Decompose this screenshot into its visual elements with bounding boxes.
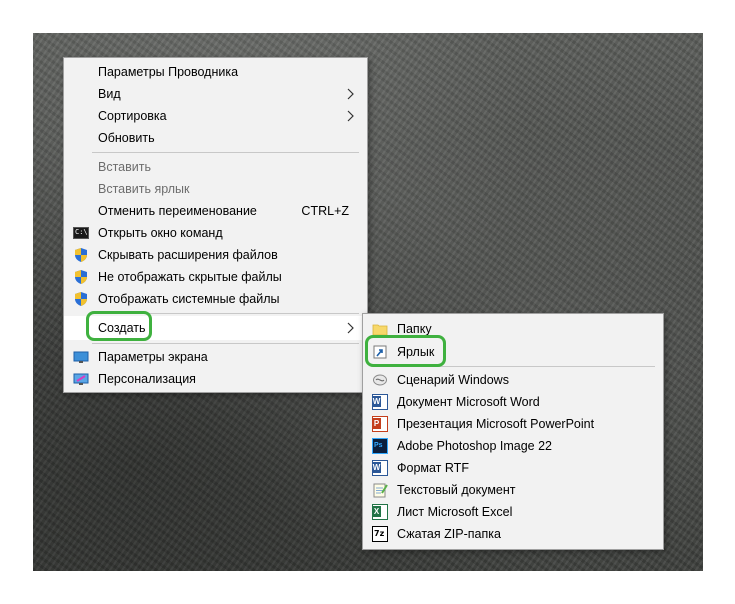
- menu-item-open-command-window[interactable]: C:\ Открыть окно команд: [64, 222, 367, 244]
- submenu-item-word-document[interactable]: W Документ Microsoft Word: [363, 391, 663, 413]
- submenu-item-label: Презентация Microsoft PowerPoint: [397, 417, 595, 431]
- submenu-item-rtf[interactable]: W Формат RTF: [363, 457, 663, 479]
- submenu-item-label: Лист Microsoft Excel: [397, 505, 513, 519]
- excel-icon: X: [372, 504, 388, 520]
- menu-item-label: Отображать системные файлы: [98, 292, 280, 306]
- 7zip-icon-text: 7z: [374, 529, 385, 538]
- chevron-right-icon: [347, 110, 354, 122]
- menu-separator: [92, 152, 359, 153]
- rtf-document-icon: W: [372, 460, 388, 476]
- menu-item-label: Отменить переименование: [98, 204, 257, 218]
- menu-item-view[interactable]: Вид: [64, 83, 367, 105]
- menu-item-label: Параметры экрана: [98, 350, 208, 364]
- chevron-right-icon: [347, 322, 354, 334]
- submenu-item-label: Adobe Photoshop Image 22: [397, 439, 552, 453]
- menu-item-paste: Вставить: [64, 156, 367, 178]
- highlight-create: [86, 311, 152, 341]
- script-icon: [373, 374, 387, 386]
- submenu-item-excel-sheet[interactable]: X Лист Microsoft Excel: [363, 501, 663, 523]
- menu-item-label: Скрывать расширения файлов: [98, 248, 278, 262]
- menu-item-paste-shortcut: Вставить ярлык: [64, 178, 367, 200]
- menu-item-label: Сортировка: [98, 109, 167, 123]
- submenu-item-zip-folder[interactable]: 7z Сжатая ZIP-папка: [363, 523, 663, 545]
- chevron-right-icon: [347, 88, 354, 100]
- powerpoint-icon-text: P: [372, 418, 381, 429]
- submenu-item-label: Формат RTF: [397, 461, 469, 475]
- menu-item-sort[interactable]: Сортировка: [64, 105, 367, 127]
- menu-item-label: Параметры Проводника: [98, 65, 239, 79]
- display-settings-icon: [73, 351, 89, 363]
- rtf-icon-text: W: [372, 462, 381, 473]
- personalization-icon: [73, 373, 89, 385]
- menu-item-hide-hidden-files[interactable]: Не отображать скрытые файлы: [64, 266, 367, 288]
- menu-separator: [92, 343, 359, 344]
- submenu-item-powerpoint[interactable]: P Презентация Microsoft PowerPoint: [363, 413, 663, 435]
- menu-item-label: Вставить ярлык: [98, 182, 190, 196]
- menu-item-label: Вставить: [98, 160, 151, 174]
- menu-item-display-settings[interactable]: Параметры экрана: [64, 346, 367, 368]
- notepad-icon: [373, 483, 388, 498]
- menu-item-label: Вид: [98, 87, 121, 101]
- menu-item-label: Открыть окно команд: [98, 226, 223, 240]
- highlight-shortcut: [365, 335, 446, 367]
- menu-item-label: Обновить: [98, 131, 155, 145]
- submenu-item-photoshop-image[interactable]: Ps Adobe Photoshop Image 22: [363, 435, 663, 457]
- menu-item-show-system-files[interactable]: Отображать системные файлы: [64, 288, 367, 310]
- menu-item-label: Персонализация: [98, 372, 196, 386]
- word-icon-text: W: [372, 396, 381, 407]
- menu-item-hide-extensions[interactable]: Скрывать расширения файлов: [64, 244, 367, 266]
- powerpoint-icon: P: [372, 416, 388, 432]
- command-prompt-icon: C:\: [73, 227, 89, 239]
- submenu-item-label: Сценарий Windows: [397, 373, 509, 387]
- desktop-context-menu: Параметры Проводника Вид Сортировка Обно…: [63, 57, 368, 393]
- command-prompt-icon-text: C:\: [75, 228, 88, 236]
- submenu-item-text-document[interactable]: Текстовый документ: [363, 479, 663, 501]
- menu-item-label: Не отображать скрытые файлы: [98, 270, 282, 284]
- 7zip-icon: 7z: [372, 526, 388, 542]
- submenu-item-label: Сжатая ZIP-папка: [397, 527, 501, 541]
- word-icon: W: [372, 394, 388, 410]
- menu-item-personalization[interactable]: Персонализация: [64, 368, 367, 390]
- uac-shield-icon: [75, 248, 87, 262]
- submenu-item-label: Папку: [397, 322, 432, 336]
- submenu-item-label: Документ Microsoft Word: [397, 395, 540, 409]
- submenu-item-windows-script[interactable]: Сценарий Windows: [363, 369, 663, 391]
- photoshop-icon-text: Ps: [374, 442, 383, 449]
- photoshop-icon: Ps: [372, 438, 388, 454]
- menu-item-explorer-options[interactable]: Параметры Проводника: [64, 61, 367, 83]
- uac-shield-icon: [75, 292, 87, 306]
- shortcut-label: CTRL+Z: [301, 204, 349, 218]
- excel-icon-text: X: [372, 506, 381, 517]
- uac-shield-icon: [75, 270, 87, 284]
- submenu-item-label: Текстовый документ: [397, 483, 516, 497]
- menu-item-refresh[interactable]: Обновить: [64, 127, 367, 149]
- menu-item-undo-rename[interactable]: Отменить переименование CTRL+Z: [64, 200, 367, 222]
